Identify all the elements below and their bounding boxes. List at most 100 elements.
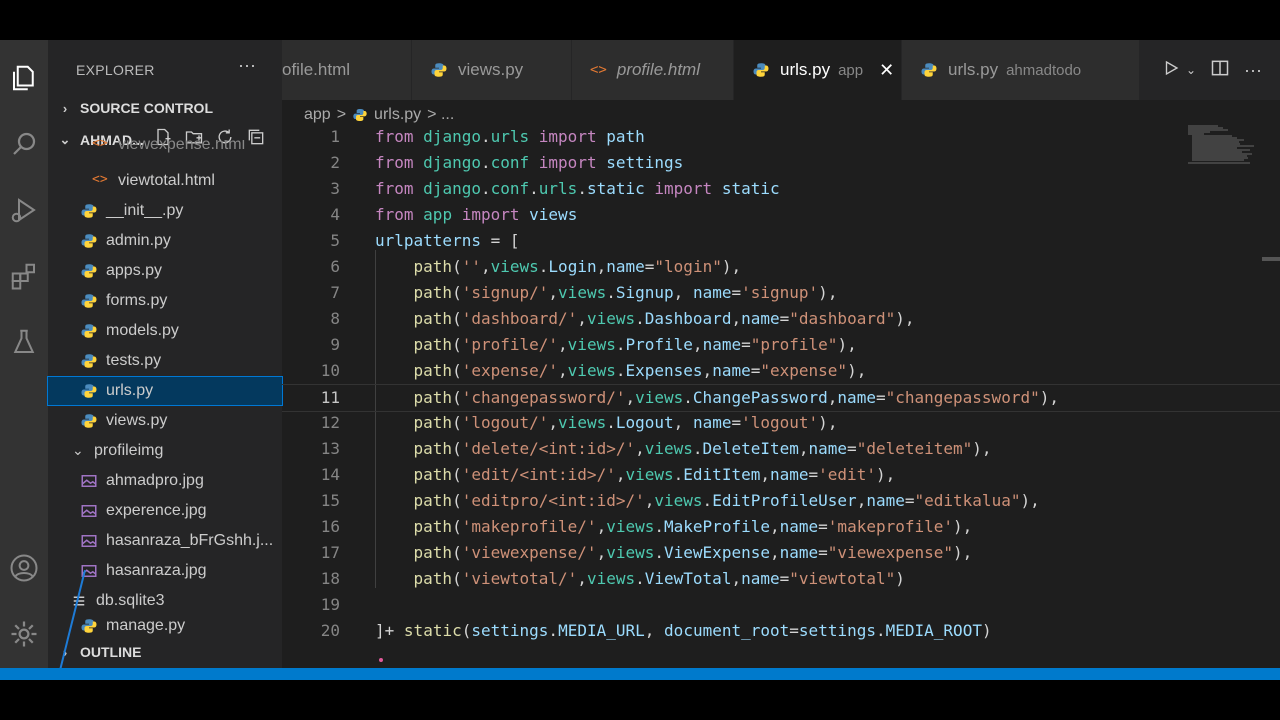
- code-text: path('viewtotal/',views.ViewTotal,name="…: [413, 569, 905, 588]
- cursor-dot: [379, 658, 383, 662]
- python-file-icon: [431, 63, 447, 77]
- tree-item[interactable]: tests.py: [48, 347, 282, 375]
- python-file-icon: [80, 322, 98, 340]
- code-line[interactable]: 19: [282, 592, 1280, 618]
- code-line[interactable]: 18 path('viewtotal/',views.ViewTotal,nam…: [282, 566, 1280, 592]
- image-file-icon: [80, 532, 98, 550]
- tab-profile-html-partial[interactable]: ofile.html: [282, 40, 412, 100]
- chevron-down-icon[interactable]: ⌄: [1186, 63, 1196, 77]
- run-debug-icon[interactable]: [0, 186, 48, 234]
- line-number: 17: [320, 543, 340, 562]
- tree-item-label: views.py: [106, 412, 168, 429]
- tree-item[interactable]: urls.py: [47, 376, 283, 406]
- line-number: 15: [320, 491, 340, 510]
- html-file-icon: <>: [590, 62, 607, 78]
- code-line[interactable]: 1 from django.urls import path: [282, 124, 1280, 150]
- code-line[interactable]: 17 path('viewexpense/',views.ViewExpense…: [282, 540, 1280, 566]
- tab-profile-html[interactable]: <> profile.html: [572, 40, 734, 100]
- code-line[interactable]: 13 path('delete/<int:id>/',views.DeleteI…: [282, 436, 1280, 462]
- code-line[interactable]: 7 path('signup/',views.Signup, name='sig…: [282, 280, 1280, 306]
- code-text: path('changepassword/',views.ChangePassw…: [413, 388, 1059, 407]
- python-file-icon: [80, 352, 98, 370]
- code-line[interactable]: 16 path('makeprofile/',views.MakeProfile…: [282, 514, 1280, 540]
- tree-item[interactable]: <> viewtotal.html: [48, 167, 282, 195]
- explorer-icon[interactable]: [0, 54, 48, 102]
- line-number: 9: [330, 335, 340, 354]
- tree-item[interactable]: ahmadpro.jpg: [48, 467, 282, 495]
- code-line[interactable]: 20]+ static(settings.MEDIA_URL, document…: [282, 618, 1280, 644]
- settings-gear-icon[interactable]: [0, 610, 48, 658]
- tree-item-label: viewexpense.html: [118, 140, 246, 153]
- code-line[interactable]: 2 from django.conf import settings: [282, 150, 1280, 176]
- code-line[interactable]: 6 path('',views.Login,name="login"),: [282, 254, 1280, 280]
- image-file-icon: [80, 472, 98, 490]
- line-number: 3: [330, 179, 340, 198]
- code-text: path('dashboard/',views.Dashboard,name="…: [413, 309, 915, 328]
- code-text: path('logout/',views.Logout, name='logou…: [413, 413, 838, 432]
- chevron-right-icon: ›: [62, 100, 68, 116]
- tree-item[interactable]: views.py: [48, 407, 282, 435]
- account-icon[interactable]: [0, 544, 48, 592]
- code-line[interactable]: 3 from django.conf.urls.static import sta…: [282, 176, 1280, 202]
- tree-item[interactable]: manage.py: [48, 617, 282, 635]
- tree-item-label: manage.py: [106, 617, 186, 634]
- tree-item[interactable]: ⌄ profileimg: [48, 437, 282, 465]
- python-file-icon: [80, 202, 98, 220]
- code-text: path('expense/',views.Expenses,name="exp…: [413, 361, 867, 380]
- tree-item-label: forms.py: [106, 292, 168, 309]
- tree-item[interactable]: admin.py: [48, 227, 282, 255]
- tree-item[interactable]: apps.py: [48, 257, 282, 285]
- source-control-section[interactable]: › SOURCE CONTROL: [58, 100, 213, 116]
- code-line[interactable]: 10 path('expense/',views.Expenses,name="…: [282, 358, 1280, 384]
- code-line[interactable]: 5 urlpatterns = [: [282, 228, 1280, 254]
- code-line[interactable]: 9 path('profile/',views.Profile,name="pr…: [282, 332, 1280, 358]
- outline-section[interactable]: › OUTLINE: [58, 644, 142, 660]
- tree-item[interactable]: forms.py: [48, 287, 282, 315]
- code-line[interactable]: 14 path('edit/<int:id>/',views.EditItem,…: [282, 462, 1280, 488]
- tree-item[interactable]: <> viewexpense.html: [48, 140, 282, 154]
- tree-item[interactable]: __init__.py: [48, 197, 282, 225]
- split-editor-icon[interactable]: [1210, 58, 1230, 83]
- tree-item[interactable]: models.py: [48, 317, 282, 345]
- tree-item-label: urls.py: [106, 382, 154, 399]
- code-text: from django.conf.urls.static import stat…: [375, 179, 780, 198]
- line-number: 6: [330, 257, 340, 276]
- line-number: 14: [320, 465, 340, 484]
- tab-label: views.py: [458, 60, 524, 79]
- code-line[interactable]: 4 from app import views: [282, 202, 1280, 228]
- close-tab-icon[interactable]: ✕: [879, 60, 894, 81]
- tab-views-py[interactable]: views.py: [412, 40, 572, 100]
- code-text: from app import views: [375, 205, 578, 224]
- code-line[interactable]: 15 path('editpro/<int:id>/',views.EditPr…: [282, 488, 1280, 514]
- code-text: ]+ static(settings.MEDIA_URL, document_r…: [375, 621, 992, 640]
- tree-item-label: tests.py: [106, 352, 162, 369]
- tree-item[interactable]: experence.jpg: [48, 497, 282, 525]
- tree-item[interactable]: db.sqlite3: [48, 587, 282, 615]
- minimap[interactable]: [1188, 124, 1258, 164]
- breadcrumb-folder[interactable]: app: [304, 106, 331, 124]
- tab-label: profile.html: [616, 60, 700, 79]
- search-icon[interactable]: [0, 120, 48, 168]
- python-file-icon: [80, 617, 98, 635]
- tab-description: app: [838, 61, 864, 79]
- code-line[interactable]: 11 path('changepassword/',views.ChangePa…: [282, 384, 1280, 412]
- breadcrumb-separator: > ...: [427, 106, 455, 123]
- code-line[interactable]: 8 path('dashboard/',views.Dashboard,name…: [282, 306, 1280, 332]
- code-text: path('editpro/<int:id>/',views.EditProfi…: [413, 491, 1040, 510]
- tab-urls-py-app[interactable]: urls.py app ✕: [734, 40, 902, 100]
- scrollbar-marker[interactable]: [1262, 257, 1280, 261]
- more-actions-icon[interactable]: ···: [238, 55, 256, 76]
- run-file-icon[interactable]: [1162, 59, 1180, 82]
- python-file-icon: [80, 262, 98, 280]
- tab-urls-py-ahmadtodo[interactable]: urls.py ahmadtodo: [902, 40, 1140, 100]
- breadcrumb-file[interactable]: urls.py: [374, 106, 421, 124]
- code-line[interactable]: 12 path('logout/',views.Logout, name='lo…: [282, 410, 1280, 436]
- line-number: 19: [320, 595, 340, 614]
- more-actions-icon[interactable]: ···: [1244, 60, 1262, 81]
- testing-icon[interactable]: [0, 318, 48, 366]
- line-number: 11: [320, 388, 340, 407]
- tree-item[interactable]: hasanraza_bFrGshh.j...: [48, 527, 282, 555]
- code-text: path('',views.Login,name="login"),: [413, 257, 742, 276]
- python-file-icon: [353, 109, 367, 121]
- extensions-icon[interactable]: [0, 252, 48, 300]
